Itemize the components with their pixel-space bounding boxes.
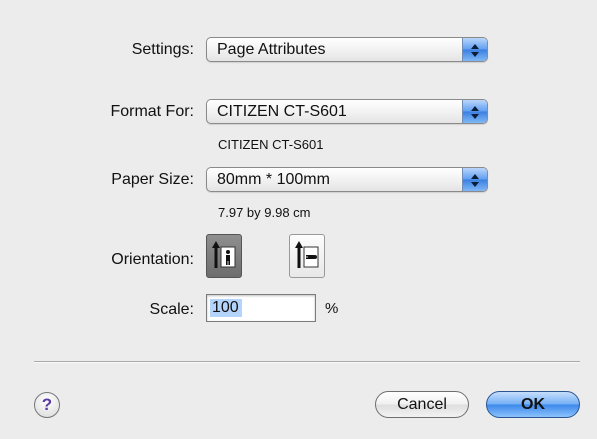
settings-popup[interactable]: Page Attributes: [206, 37, 488, 62]
landscape-orientation-icon: [295, 241, 319, 268]
paper-size-label: Paper Size:: [111, 171, 194, 188]
popup-arrows-icon: [462, 168, 487, 191]
scale-label: Scale:: [149, 301, 194, 318]
orientation-landscape-button[interactable]: [289, 234, 325, 278]
paper-size-popup[interactable]: 80mm * 100mm: [206, 167, 488, 192]
orientation-portrait-button[interactable]: [206, 234, 242, 278]
format-for-printer-text: CITIZEN CT-S601: [218, 137, 324, 152]
scale-input[interactable]: 100: [206, 294, 316, 322]
help-button[interactable]: ?: [34, 392, 60, 418]
scale-unit: %: [325, 300, 339, 317]
ok-button[interactable]: OK: [486, 391, 580, 418]
paper-size-dimensions-text: 7.97 by 9.98 cm: [218, 205, 311, 220]
orientation-label: Orientation:: [111, 251, 194, 268]
portrait-orientation-icon: [212, 241, 236, 268]
scale-value: 100: [210, 299, 242, 317]
divider: [34, 361, 580, 363]
paper-size-value: 80mm * 100mm: [217, 171, 330, 188]
format-for-value: CITIZEN CT-S601: [217, 103, 347, 120]
cancel-button[interactable]: Cancel: [375, 391, 469, 418]
settings-value: Page Attributes: [217, 41, 326, 58]
popup-arrows-icon: [462, 100, 487, 123]
format-for-popup[interactable]: CITIZEN CT-S601: [206, 99, 488, 124]
popup-arrows-icon: [462, 38, 487, 61]
format-for-label: Format For:: [110, 103, 194, 120]
help-icon: ?: [41, 395, 53, 414]
settings-label: Settings:: [131, 41, 194, 58]
